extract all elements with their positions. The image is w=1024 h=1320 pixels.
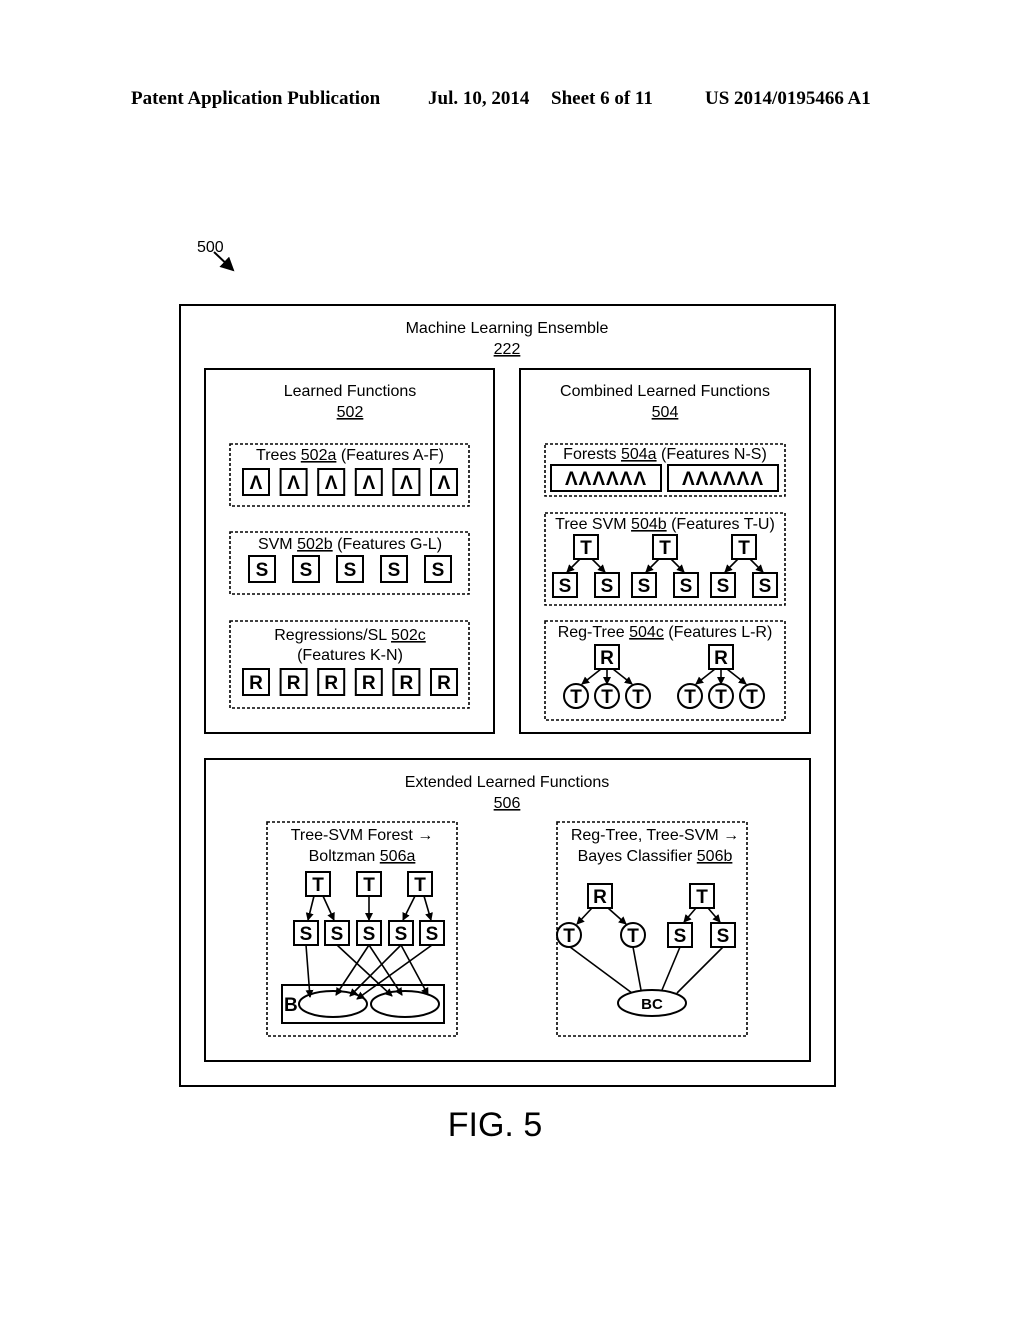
trees-label: Trees 502a (Features A-F) [256, 447, 444, 464]
forest-trees-label: ΛΛΛΛΛΛ [565, 469, 647, 490]
boltzman-label-line2: Boltzman 506a [309, 848, 416, 865]
tree-node-label: Λ [362, 473, 375, 494]
tree-svm-child-label: S [680, 576, 693, 597]
reg-tree-child-label: T [570, 687, 582, 708]
boltzman-svm-node-label: S [395, 924, 408, 945]
learned-title: Learned Functions [284, 383, 417, 400]
svm-node-label: S [388, 560, 401, 581]
reg-tree-edge [576, 907, 593, 925]
tree-svm-child-label: S [759, 576, 772, 597]
bayes-label-line2: Bayes Classifier 506b [578, 848, 733, 865]
boltzman-label-line1: Tree-SVM Forest → [291, 827, 434, 844]
regression-node-label: R [362, 673, 376, 694]
reg-tree-parent-label: R [600, 648, 614, 669]
tree-svm-child-label: S [638, 576, 651, 597]
regression-node-label: R [400, 673, 414, 694]
tree-svm-edge [683, 907, 697, 923]
learned-ref: 502 [337, 404, 364, 421]
reg-tree-edge [612, 668, 633, 685]
figure-caption: FIG. 5 [447, 1106, 543, 1144]
regression-node-label: R [437, 673, 451, 694]
tree-svm-child-label: S [601, 576, 614, 597]
svm-node-label: S [300, 560, 313, 581]
ensemble-ref: 222 [494, 341, 521, 358]
tree-svm-edge [322, 895, 335, 921]
tree-svm-edge [749, 558, 764, 573]
tree-svm-edge [402, 895, 416, 921]
tree-svm-parent-label: T [738, 538, 750, 559]
regression-node-label: R [324, 673, 338, 694]
boltzman-tree-node-label: T [363, 875, 375, 896]
boltzman-tree-node-label: T [312, 875, 324, 896]
bayes-tree-child-label: T [627, 926, 639, 947]
svm-node-label: S [432, 560, 445, 581]
svm-node-label: S [344, 560, 357, 581]
combined-title: Combined Learned Functions [560, 383, 770, 400]
reg-tree-label: Reg-Tree 504c (Features L-R) [558, 624, 773, 641]
extended-ref: 506 [494, 795, 521, 812]
tree-svm-label: Tree SVM 504b (Features T-U) [555, 516, 775, 533]
combined-ref: 504 [652, 404, 679, 421]
tree-node-label: Λ [325, 473, 338, 494]
reg-tree-child-label: T [601, 687, 613, 708]
tree-node-label: Λ [250, 473, 263, 494]
bayes-svm-child-label: S [674, 926, 687, 947]
tree-svm-edge [305, 895, 315, 921]
ensemble-title: Machine Learning Ensemble [406, 320, 609, 337]
reg-tree-child-label: T [632, 687, 644, 708]
svm-label: SVM 502b (Features G-L) [258, 536, 442, 553]
tree-svm-parent-label: T [659, 538, 671, 559]
reg-tree-edge [607, 907, 627, 925]
reg-tree-edge [581, 668, 602, 685]
bayes-edge [661, 946, 681, 991]
bayes-edge [632, 946, 642, 991]
reg-tree-child-label: T [715, 687, 727, 708]
svm-node-label: S [256, 560, 269, 581]
boltzman-svm-node-label: S [331, 924, 344, 945]
tree-svm-child-label: S [559, 576, 572, 597]
ensemble-box [179, 304, 836, 1087]
bayes-reg-node-label: R [593, 887, 607, 908]
regression-node-label: R [249, 673, 263, 694]
regression-node-label: R [287, 673, 301, 694]
bayes-edge [569, 946, 633, 994]
tree-svm-child-label: S [717, 576, 730, 597]
forests-label: Forests 504a (Features N-S) [563, 446, 767, 463]
extended-title: Extended Learned Functions [405, 774, 610, 791]
reg-tree-child-label: T [684, 687, 696, 708]
figure-ref-label: 500 [197, 239, 224, 256]
regressions-label: Regressions/SL 502c [274, 627, 426, 644]
tree-svm-edge [566, 558, 581, 573]
tree-node-label: Λ [287, 473, 300, 494]
reg-tree-edge [726, 668, 747, 685]
bayes-tree-child-label: T [563, 926, 575, 947]
tree-node-label: Λ [438, 473, 451, 494]
reg-tree-parent-label: R [714, 648, 728, 669]
reg-tree-child-label: T [746, 687, 758, 708]
bayes-classifier-label: BC [641, 996, 663, 1013]
tree-svm-edge [724, 558, 739, 573]
regressions-features: (Features K-N) [297, 647, 403, 664]
boltzman-tree-node-label: T [414, 875, 426, 896]
tree-svm-edge [423, 895, 433, 921]
bayes-svm-child-label: S [717, 926, 730, 947]
tree-svm-parent-label: T [580, 538, 592, 559]
boltzman-svm-node-label: S [363, 924, 376, 945]
boltzman-unit [370, 990, 440, 1018]
reg-tree-edge [695, 668, 716, 685]
tree-node-label: Λ [400, 473, 413, 494]
boltzman-machine-label: B [284, 995, 298, 1016]
boltzman-svm-node-label: S [300, 924, 313, 945]
bayes-label-line1: Reg-Tree, Tree-SVM → [571, 827, 739, 844]
tree-svm-edge [670, 558, 685, 573]
boltzman-svm-node-label: S [426, 924, 439, 945]
tree-svm-edge [707, 907, 721, 923]
bayes-edge [676, 946, 724, 994]
forest-trees-label: ΛΛΛΛΛΛ [682, 469, 764, 490]
tree-svm-edge [645, 558, 660, 573]
tree-svm-edge [591, 558, 606, 573]
bayes-tree-node-label: T [696, 887, 708, 908]
